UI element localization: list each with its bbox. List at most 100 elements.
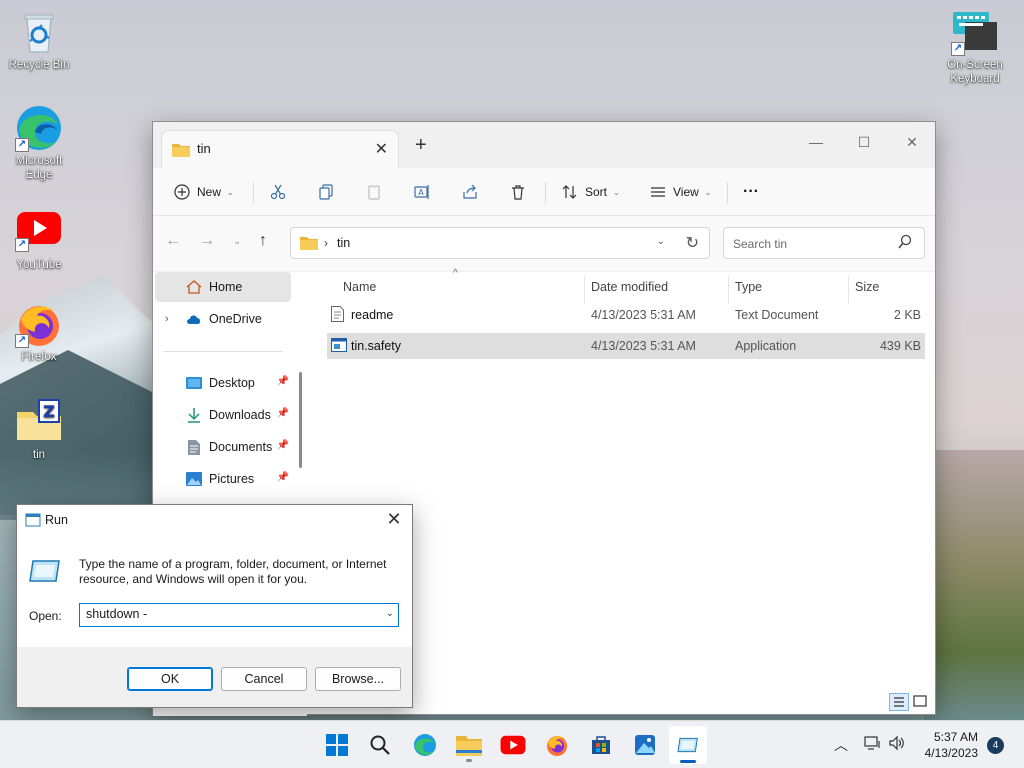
file-type: Application <box>735 339 797 353</box>
edge-icon <box>414 734 436 756</box>
minimize-button[interactable]: — <box>793 128 839 158</box>
recycle-bin-icon <box>15 8 63 56</box>
taskbar-firefox[interactable] <box>543 731 571 759</box>
rename-icon: A <box>413 183 431 201</box>
tab-title: tin <box>197 141 211 156</box>
desktop-folder-icon <box>185 375 203 391</box>
view-button[interactable]: View ⌄ <box>649 178 712 206</box>
cut-button[interactable] <box>269 178 287 206</box>
forward-arrow-icon[interactable]: → <box>199 232 215 250</box>
run-body: Type the name of a program, folder, docu… <box>17 535 412 647</box>
up-arrow-icon[interactable]: ↑ <box>259 232 267 250</box>
breadcrumb[interactable]: tin <box>337 236 350 250</box>
taskbar-microsoft-store[interactable] <box>587 731 615 759</box>
sidebar-item-home[interactable]: Home <box>155 272 291 302</box>
desktop-icon-label: On-Screen Keyboard <box>947 59 1003 85</box>
chevron-down-icon: ⌄ <box>613 187 620 197</box>
address-row: ← → ⌄ ↑ › tin ⌄ ↻ Search tin <box>153 216 935 272</box>
window-close-button[interactable]: ✕ <box>889 128 935 158</box>
paste-button[interactable] <box>365 178 383 206</box>
details-view-button[interactable] <box>889 693 909 711</box>
edge-icon: ↗ <box>15 104 63 152</box>
sidebar-item-label: Downloads <box>209 408 271 422</box>
more-icon: ··· <box>743 183 759 200</box>
sidebar-item-onedrive[interactable]: › OneDrive <box>155 304 291 334</box>
taskbar-run[interactable] <box>669 726 707 764</box>
start-button[interactable] <box>323 731 351 759</box>
tiles-view-button[interactable] <box>911 693 931 711</box>
sidebar-item-documents[interactable]: Documents 📌 <box>155 432 291 462</box>
column-header-type[interactable]: Type <box>729 276 849 304</box>
nav-scrollbar[interactable] <box>299 372 302 468</box>
toolbar-divider <box>727 182 728 204</box>
shortcut-arrow-icon: ↗ <box>951 42 965 56</box>
maximize-button[interactable]: ☐ <box>841 128 887 158</box>
search-icon <box>370 735 390 755</box>
browse-button[interactable]: Browse... <box>315 667 401 691</box>
desktop-icon-tin[interactable]: Z tin <box>1 398 77 462</box>
new-tab-button[interactable]: + <box>415 134 427 157</box>
notification-badge[interactable]: 4 <box>987 737 1004 754</box>
pin-icon: 📌 <box>276 376 289 387</box>
pin-icon: 📌 <box>276 472 289 483</box>
network-icon[interactable] <box>864 735 882 754</box>
file-row[interactable]: tin.safety 4/13/2023 5:31 AM Application… <box>327 333 925 359</box>
close-icon[interactable]: ✕ <box>382 508 406 532</box>
new-button[interactable]: New ⌄ <box>173 178 234 206</box>
show-hidden-icons-chevron-icon[interactable]: ︿ <box>834 735 848 755</box>
desktop-icon-youtube[interactable]: ↗ YouTube <box>1 208 77 272</box>
chevron-down-icon[interactable]: ⌄ <box>657 236 665 247</box>
scissors-icon <box>269 183 287 201</box>
chevron-right-icon[interactable]: › <box>165 313 169 325</box>
explorer-tab[interactable]: tin ✕ <box>161 130 399 168</box>
taskbar-youtube[interactable] <box>499 731 527 759</box>
taskbar-file-explorer[interactable] <box>455 731 483 762</box>
command-bar: New ⌄ A Sort ⌄ View ⌄ ··· <box>153 168 935 216</box>
share-button[interactable] <box>461 178 479 206</box>
running-indicator <box>466 759 472 762</box>
sort-button[interactable]: Sort ⌄ <box>561 178 620 206</box>
search-placeholder: Search tin <box>733 237 788 251</box>
volume-icon[interactable] <box>888 735 906 754</box>
svg-text:A: A <box>418 188 424 197</box>
taskbar-edge[interactable] <box>411 731 439 759</box>
chevron-down-icon[interactable]: ⌄ <box>386 608 394 619</box>
shortcut-arrow-icon: ↗ <box>15 334 29 348</box>
desktop-icon-recycle-bin[interactable]: Recycle Bin <box>1 8 77 72</box>
column-header-date-modified[interactable]: Date modified <box>585 276 729 304</box>
taskbar-photos[interactable] <box>631 731 659 759</box>
delete-button[interactable] <box>509 178 527 206</box>
clipboard-icon <box>365 183 383 201</box>
system-clock[interactable]: 5:37 AM 4/13/2023 <box>925 729 978 761</box>
search-button[interactable] <box>366 731 394 759</box>
close-tab-icon[interactable]: ✕ <box>375 139 388 159</box>
desktop-icon-on-screen-keyboard[interactable]: ↗ On-Screen Keyboard <box>937 8 1013 86</box>
column-header-name[interactable]: Name <box>337 276 585 304</box>
sidebar-item-downloads[interactable]: Downloads 📌 <box>155 400 291 430</box>
desktop-icon-edge[interactable]: ↗ Microsoft Edge <box>1 104 77 182</box>
desktop-icon-firefox[interactable]: ↗ Firefox <box>1 300 77 364</box>
rename-button[interactable]: A <box>413 178 431 206</box>
plus-circle-icon <box>173 183 191 201</box>
search-icon <box>898 234 912 253</box>
winzip-folder-icon: Z <box>15 398 63 446</box>
sidebar-item-desktop[interactable]: Desktop 📌 <box>155 368 291 398</box>
back-arrow-icon[interactable]: ← <box>165 232 181 250</box>
refresh-icon[interactable]: ↻ <box>686 233 699 253</box>
folder-icon <box>300 236 318 253</box>
run-command-input[interactable]: shutdown - ⌄ <box>79 603 399 627</box>
sidebar-item-pictures[interactable]: Pictures 📌 <box>155 464 291 494</box>
file-size: 2 KB <box>893 308 921 322</box>
address-bar[interactable]: › tin ⌄ ↻ <box>290 227 710 259</box>
cancel-button[interactable]: Cancel <box>221 667 307 691</box>
more-options-button[interactable]: ··· <box>743 178 759 206</box>
file-row[interactable]: readme 4/13/2023 5:31 AM Text Document 2… <box>327 302 925 328</box>
ok-button[interactable]: OK <box>127 667 213 691</box>
search-input[interactable]: Search tin <box>723 227 925 259</box>
pictures-icon <box>185 471 203 487</box>
desktop-icon-label: Firefox <box>21 351 57 363</box>
copy-button[interactable] <box>317 178 335 206</box>
run-icon <box>25 513 41 530</box>
recent-locations-chevron-icon[interactable]: ⌄ <box>233 236 241 247</box>
column-header-size[interactable]: Size <box>849 276 929 304</box>
